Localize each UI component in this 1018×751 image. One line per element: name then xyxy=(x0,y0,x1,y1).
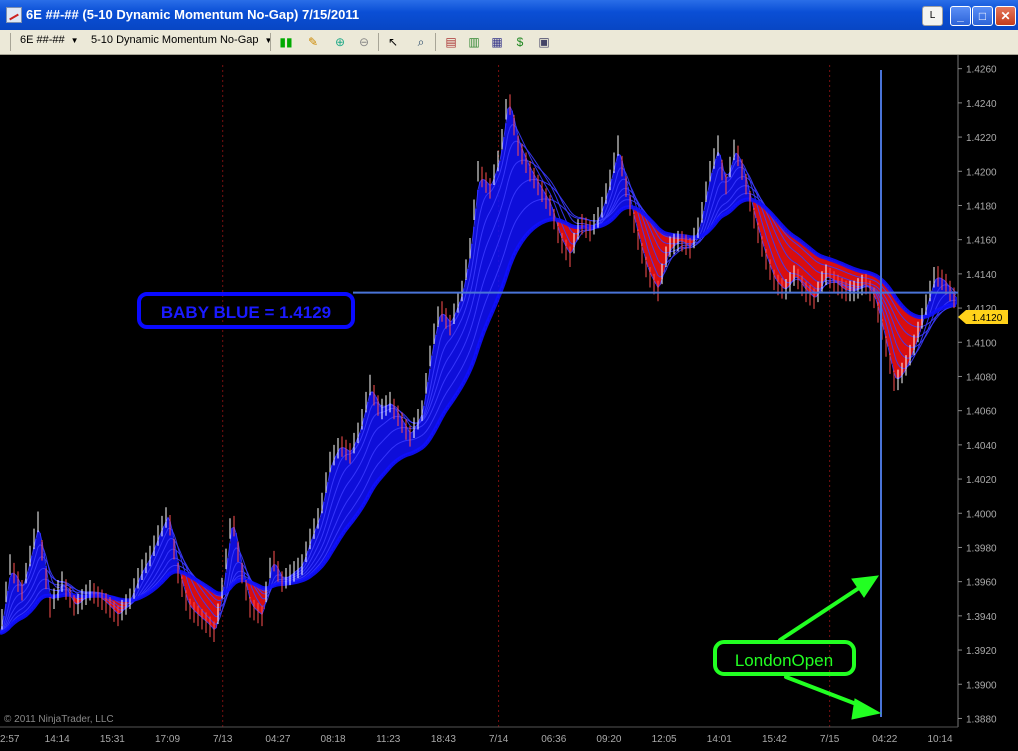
y-tick-label: 1.4080 xyxy=(966,372,997,383)
toolbar-separator xyxy=(435,33,436,51)
properties-icon[interactable]: ▣ xyxy=(536,34,552,50)
close-button[interactable]: ✕ xyxy=(995,6,1016,26)
period-label: 5-10 Dynamic Momentum No-Gap xyxy=(91,34,259,46)
x-tick-label: 10:14 xyxy=(927,734,952,745)
x-tick-label: 2:57 xyxy=(0,734,20,745)
last-price-label: 1.4120 xyxy=(972,313,1003,324)
x-tick-label: 18:43 xyxy=(431,734,456,745)
y-tick-label: 1.4220 xyxy=(966,133,997,144)
y-tick-label: 1.4040 xyxy=(966,441,997,452)
y-tick-label: 1.4060 xyxy=(966,407,997,418)
y-tick-label: 1.4020 xyxy=(966,475,997,486)
window-title: 6E ##-## (5-10 Dynamic Momentum No-Gap) … xyxy=(26,7,360,22)
x-tick-label: 14:01 xyxy=(707,734,732,745)
london-open-callout-text: LondonOpen xyxy=(735,651,833,670)
x-tick-label: 08:18 xyxy=(321,734,346,745)
strategy-icon[interactable]: ▤ xyxy=(443,34,459,50)
toolbar-grip xyxy=(10,33,11,51)
y-tick-label: 1.4160 xyxy=(966,236,997,247)
x-tick-label: 15:42 xyxy=(762,734,787,745)
x-tick-label: 7/14 xyxy=(489,734,509,745)
chart-toolbar: 6E ##-## ▼ 5-10 Dynamic Momentum No-Gap ▼ … xyxy=(0,30,1018,55)
order-icon[interactable]: $ xyxy=(512,34,528,50)
magnify-icon[interactable]: ⌕ xyxy=(413,34,429,50)
instrument-dropdown[interactable]: 6E ##-## ▼ xyxy=(20,34,79,46)
y-tick-label: 1.3940 xyxy=(966,612,997,623)
data-box-icon[interactable]: ▦ xyxy=(489,34,505,50)
x-tick-label: 09:20 xyxy=(596,734,621,745)
zoom-out-icon[interactable]: ⊖ xyxy=(356,34,372,50)
baby-blue-callout-text: BABY BLUE = 1.4129 xyxy=(161,303,331,322)
y-tick-label: 1.4240 xyxy=(966,99,997,110)
x-tick-label: 12:05 xyxy=(652,734,677,745)
x-tick-label: 15:31 xyxy=(100,734,125,745)
chart-window: 6E ##-## (5-10 Dynamic Momentum No-Gap) … xyxy=(0,0,1018,751)
indicator-icon[interactable]: ▥ xyxy=(466,34,482,50)
x-tick-label: 04:27 xyxy=(265,734,290,745)
x-tick-label: 04:22 xyxy=(872,734,897,745)
minimize-button[interactable]: _ xyxy=(950,6,971,26)
pencil-draw-icon[interactable]: ✎ xyxy=(305,34,321,50)
instrument-label: 6E ##-## xyxy=(20,34,65,46)
toolbar-separator xyxy=(378,33,379,51)
maximize-button[interactable]: □ xyxy=(972,6,993,26)
y-tick-label: 1.3920 xyxy=(966,646,997,657)
y-tick-label: 1.4100 xyxy=(966,338,997,349)
title-bar[interactable]: 6E ##-## (5-10 Dynamic Momentum No-Gap) … xyxy=(0,0,1018,30)
x-tick-label: 7/15 xyxy=(820,734,840,745)
period-dropdown[interactable]: 5-10 Dynamic Momentum No-Gap ▼ xyxy=(91,34,272,46)
y-tick-label: 1.4140 xyxy=(966,270,997,281)
copyright-text: © 2011 NinjaTrader, LLC xyxy=(4,714,114,725)
x-tick-label: 06:36 xyxy=(541,734,566,745)
price-chart[interactable]: 1.4260 1.4240 1.4220 1.4200 1.4180 1.4160 1.41… xyxy=(0,55,1018,751)
x-tick-label: 14:14 xyxy=(45,734,70,745)
y-tick-label: 1.3900 xyxy=(966,680,997,691)
y-tick-label: 1.4000 xyxy=(966,509,997,520)
toolbar-separator xyxy=(270,33,271,51)
y-tick-label: 1.4260 xyxy=(966,65,997,76)
candlestick-style-icon[interactable]: ▮▮ xyxy=(278,34,294,50)
x-tick-label: 17:09 xyxy=(155,734,180,745)
y-tick-label: 1.3960 xyxy=(966,578,997,589)
y-tick-label: 1.3980 xyxy=(966,543,997,554)
x-tick-label: 7/13 xyxy=(213,734,233,745)
y-tick-label: 1.3880 xyxy=(966,714,997,725)
x-tick-label: 11:23 xyxy=(376,734,401,745)
y-tick-label: 1.4200 xyxy=(966,167,997,178)
y-tick-label: 1.4180 xyxy=(966,201,997,212)
chart-app-icon xyxy=(6,7,22,23)
cursor-icon[interactable]: ↖ xyxy=(385,34,401,50)
zoom-in-icon[interactable]: ⊕ xyxy=(332,34,348,50)
last-price-marker: 1.4120 xyxy=(958,310,1008,324)
link-button[interactable]: L xyxy=(922,6,943,26)
chevron-down-icon: ▼ xyxy=(70,36,79,45)
chevron-down-icon: ▼ xyxy=(264,36,273,45)
